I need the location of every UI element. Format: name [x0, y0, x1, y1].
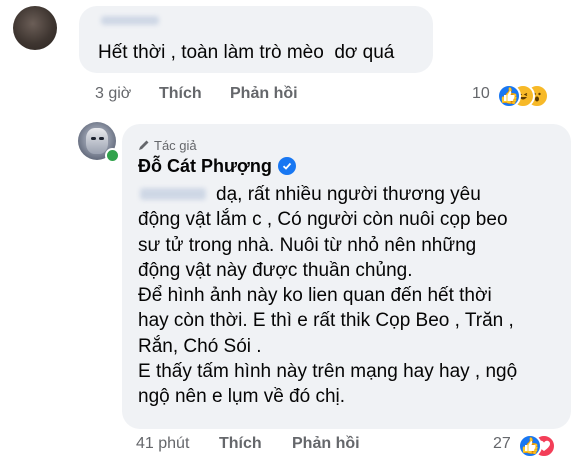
reply-line: dạ, rất nhiều người thương yêu — [216, 184, 481, 205]
reply-line: hay còn thời. E thì e rất thik Cọp Beo ,… — [138, 310, 514, 332]
reply-line: động vật này được thuần chủng. — [138, 259, 413, 281]
like-reaction-icon — [497, 84, 521, 108]
wolf-face-image — [86, 128, 108, 154]
avatar-eye-left — [91, 137, 96, 140]
reply-line: E thấy tấm hình này trên mạng hay hay , … — [138, 361, 518, 383]
online-status-dot — [105, 148, 120, 163]
like-reaction-icon — [518, 434, 542, 458]
comment-timestamp[interactable]: 3 giờ — [95, 85, 131, 103]
pencil-icon — [139, 140, 149, 150]
avatar-eye-right — [99, 137, 104, 140]
reply-line: Để hình ảnh này ko lien quan đến hết thờ… — [138, 285, 492, 307]
reply-line: sư tử trong nhà. Nuôi từ nhỏ nên những — [138, 234, 477, 256]
reaction-count: 10 — [472, 85, 490, 102]
reply-line: động vật lắm c , Có người còn nuôi cọp b… — [138, 209, 508, 231]
like-button[interactable]: Thích — [159, 85, 202, 103]
reaction-count: 27 — [493, 435, 511, 452]
reply-timestamp[interactable]: 41 phút — [136, 435, 189, 453]
verified-badge-icon — [278, 157, 296, 175]
reply-button[interactable]: Phản hồi — [292, 435, 360, 453]
comment-bubble: Hết thời , toàn làm trò mèo dơ quá — [79, 6, 433, 73]
reply-button[interactable]: Phản hồi — [230, 85, 298, 103]
author-badge: Tác giả — [138, 138, 197, 153]
blurred-commenter-name[interactable] — [101, 16, 159, 25]
author-badge-label: Tác giả — [154, 138, 197, 153]
reaction-summary[interactable]: 10 — [472, 84, 572, 108]
comment-text: Hết thời , toàn làm trò mèo dơ quá — [98, 42, 395, 63]
like-button[interactable]: Thích — [219, 435, 262, 453]
reply-line: ngộ nên e lụm về đó chị. — [138, 386, 346, 408]
reply-line: Rắn, Chó Sói . — [138, 335, 262, 357]
author-name[interactable]: Đỗ Cát Phượng — [138, 156, 272, 177]
reaction-summary[interactable]: 27 — [493, 434, 580, 458]
reply-bubble: Tác giả Đỗ Cát Phượng dạ, rất nhiều ngườ… — [122, 124, 571, 429]
commenter-avatar[interactable] — [13, 6, 57, 50]
reply-text: dạ, rất nhiều người thương yêu động vật … — [138, 182, 568, 410]
